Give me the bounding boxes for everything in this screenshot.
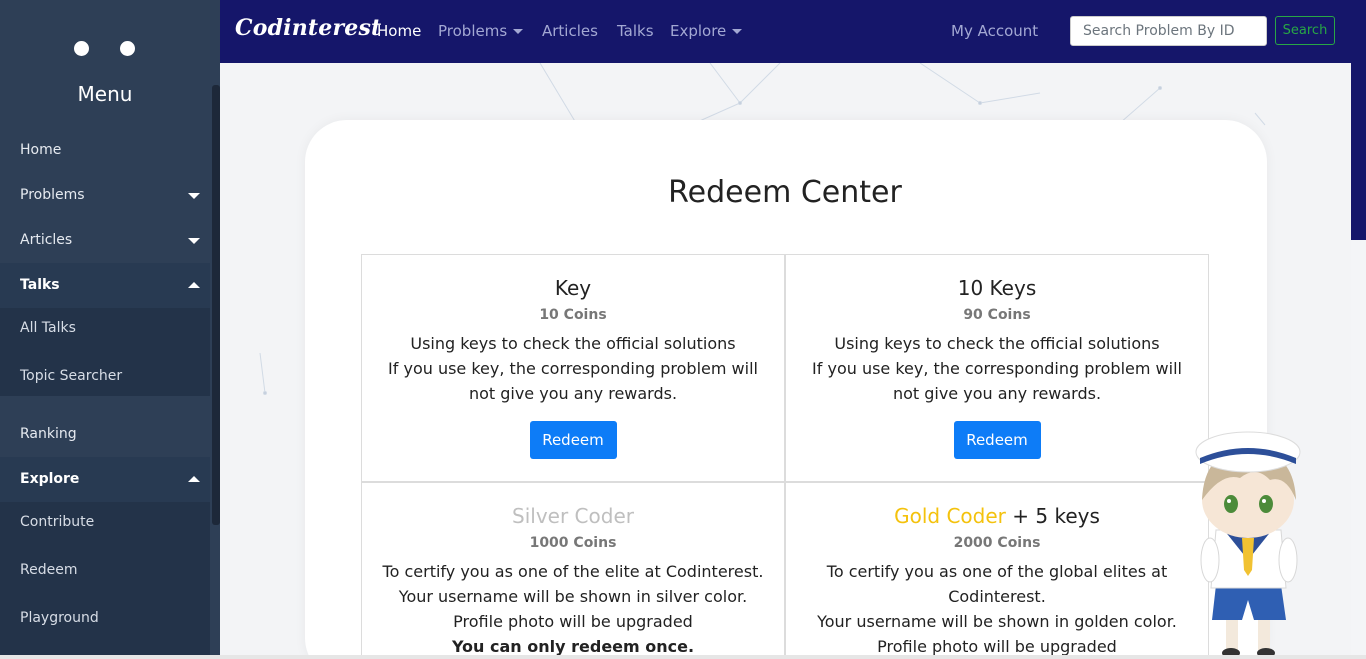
item-price: 1000 Coins [529,535,617,551]
sidebar-item-label: Articles [20,232,73,248]
redeem-button[interactable]: Redeem [529,421,617,459]
item-price: 2000 Coins [953,535,1041,551]
nav-explore-label: Explore [670,22,727,40]
item-name: Key [554,276,592,300]
redeem-item-gold-coder: Gold Coder + 5 keys 2000 Coins To certif… [785,482,1209,659]
dropdown-caret-icon [732,29,743,34]
sidebar-item-label: Home [20,142,62,158]
sidebar-subitem-topic-searcher[interactable]: Topic Searcher [0,356,210,404]
nav-articles[interactable]: Articles [542,22,598,40]
desc-line: Using keys to check the official solutio… [834,334,1160,353]
nav-home[interactable]: Home [377,22,421,40]
item-price: 10 Coins [539,307,607,323]
item-name: Silver Coder [512,504,634,528]
sidebar-eyes-decoration [74,41,136,57]
desc-line: not give you any rewards. [468,384,678,403]
sidebar-scrollbar[interactable] [212,85,220,525]
nav-explore[interactable]: Explore [670,22,743,40]
item-description: Using keys to check the official solutio… [786,331,1208,406]
item-name-suffix: + 5 keys [1005,504,1100,528]
talks-submenu: All Talks Topic Searcher [0,308,210,396]
sidebar-item-label: Problems [20,187,85,203]
desc-line: Codinterest. [948,587,1046,606]
desc-line: To certify you as one of the global elit… [826,562,1168,581]
caret-down-icon [188,238,200,244]
horizontal-scrollbar[interactable] [0,655,1366,659]
sidebar-item-articles[interactable]: Articles [0,218,210,263]
sidebar-item-talks[interactable]: Talks [0,263,210,308]
top-navbar: Codinterest Home Problems Articles Talks… [220,0,1351,63]
desc-line: To certify you as one of the elite at Co… [382,562,764,581]
sidebar-item-problems[interactable]: Problems [0,173,210,218]
redeem-item-key: Key 10 Coins Using keys to check the off… [361,254,785,482]
gold-coder-label: Gold Coder [894,504,1006,528]
right-edge-strip [1351,0,1366,240]
caret-up-icon [188,282,200,288]
page-title: Redeem Center [470,175,1100,210]
desc-line: not give you any rewards. [892,384,1102,403]
sidebar-item-explore[interactable]: Explore [0,457,210,502]
item-price: 90 Coins [963,307,1031,323]
dropdown-caret-icon [513,29,524,34]
dot-icon [74,41,89,56]
nav-my-account[interactable]: My Account [951,22,1038,40]
desc-line: Using keys to check the official solutio… [410,334,736,353]
sidebar-item-ranking[interactable]: Ranking [0,412,210,457]
desc-line: Your username will be shown in golden co… [817,612,1177,631]
caret-down-icon [188,193,200,199]
page-title-text: Redeem Center [668,175,902,210]
search-input[interactable]: Search Problem By ID [1070,16,1267,46]
sidebar-item-label: Talks [20,277,60,293]
desc-line: Profile photo will be upgraded [453,612,693,631]
desc-line: If you use key, the corresponding proble… [388,359,758,378]
sidebar-subitem-contribute[interactable]: Contribute [0,502,210,550]
item-description: To certify you as one of the elite at Co… [362,559,784,659]
item-description: To certify you as one of the global elit… [786,559,1208,659]
desc-line: Your username will be shown in silver co… [398,587,748,606]
brand-logo[interactable]: Codinterest [235,15,381,41]
sailor-mascot-image [1195,431,1301,658]
search-button[interactable]: Search [1275,16,1335,45]
sidebar-subitem-all-talks[interactable]: All Talks [0,308,210,356]
explore-submenu: Contribute Redeem Playground [0,502,210,659]
nav-problems-label: Problems [438,22,508,40]
item-description: Using keys to check the official solutio… [362,331,784,406]
sidebar: Menu Home Problems Articles Talks All Ta… [0,0,220,659]
redeem-item-10-keys: 10 Keys 90 Coins Using keys to check the… [785,254,1209,482]
sidebar-subitem-playground[interactable]: Playground [0,598,210,646]
item-name: Gold Coder + 5 keys [786,504,1208,528]
dot-icon [120,41,135,56]
redeem-button[interactable]: Redeem [953,421,1041,459]
sidebar-item-label: Explore [20,471,80,487]
nav-talks[interactable]: Talks [617,22,654,40]
sidebar-item-label: Ranking [20,426,77,442]
item-name: 10 Keys [957,276,1037,300]
sidebar-item-home[interactable]: Home [0,128,210,173]
nav-problems[interactable]: Problems [438,22,524,40]
sidebar-subitem-redeem[interactable]: Redeem [0,550,210,598]
sidebar-title: Menu [77,82,133,106]
redeem-item-silver-coder: Silver Coder 1000 Coins To certify you a… [361,482,785,659]
desc-line: If you use key, the corresponding proble… [812,359,1182,378]
caret-up-icon [188,476,200,482]
